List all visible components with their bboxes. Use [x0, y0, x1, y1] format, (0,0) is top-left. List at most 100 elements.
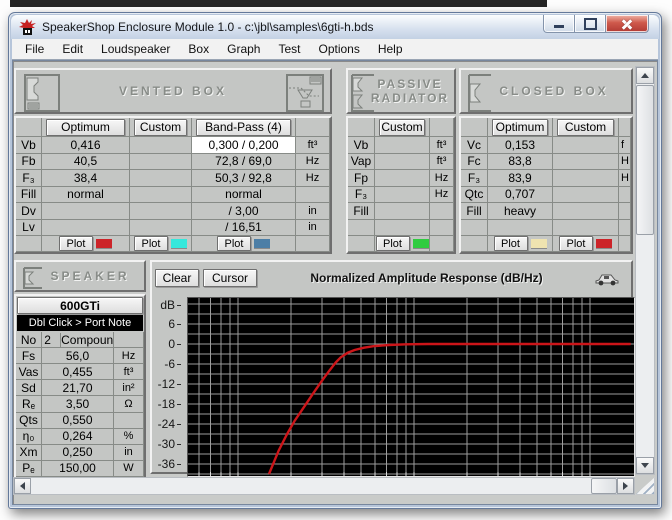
- speaker-model-button[interactable]: 600GTi: [17, 297, 143, 314]
- row-label: Vb: [348, 137, 375, 154]
- close-button[interactable]: [606, 15, 649, 33]
- port-note-bar[interactable]: Dbl Click > Port Note: [17, 315, 143, 331]
- scroll-up-button[interactable]: [636, 67, 654, 84]
- value-cell[interactable]: [553, 187, 619, 204]
- vented-box-title: VENTED BOX: [119, 84, 227, 98]
- plot-button[interactable]: Plot: [559, 236, 593, 251]
- value-cell[interactable]: [130, 203, 192, 220]
- menu-item-test[interactable]: Test: [269, 40, 309, 58]
- value-cell[interactable]: [553, 154, 619, 171]
- value-cell[interactable]: 0,416: [42, 137, 130, 154]
- row-label: No: [16, 332, 42, 348]
- unit-cell: in: [296, 203, 330, 220]
- menu-item-graph[interactable]: Graph: [218, 40, 269, 58]
- value-cell[interactable]: [42, 203, 130, 220]
- unit-cell: Ω: [114, 396, 144, 412]
- titlebar[interactable]: SpeakerShop Enclosure Module 1.0 - c:\jb…: [11, 15, 659, 39]
- unit-cell: ft³: [430, 137, 454, 154]
- value-cell[interactable]: / 16,51: [192, 220, 296, 237]
- value-cell[interactable]: 21,70: [42, 380, 114, 396]
- resize-grip[interactable]: [635, 477, 655, 495]
- value-cell[interactable]: 83,8: [488, 154, 553, 171]
- value-cell[interactable]: normal: [192, 187, 296, 204]
- passive-radiator-table: Custom Vb ft³ Vap ft³ Fp Hz F₃ Hz Fill P…: [346, 116, 456, 254]
- closed-optimum-button[interactable]: Optimum: [492, 119, 548, 136]
- closed-custom-button[interactable]: Custom: [557, 119, 614, 136]
- menu-item-help[interactable]: Help: [369, 40, 412, 58]
- plot-button[interactable]: Plot: [376, 236, 410, 251]
- value-cell[interactable]: 83,9: [488, 170, 553, 187]
- vertical-scrollbar[interactable]: [635, 66, 655, 475]
- scroll-right-button[interactable]: [617, 478, 634, 494]
- car-icon[interactable]: [595, 273, 619, 286]
- plot-button[interactable]: Plot: [217, 236, 251, 251]
- value-cell[interactable]: [375, 170, 430, 187]
- unit-cell: in²: [114, 380, 144, 396]
- value-cell[interactable]: [42, 220, 130, 237]
- value-cell[interactable]: 3,50: [42, 396, 114, 412]
- unit-cell: Hz: [430, 187, 454, 204]
- scroll-left-icon: [16, 482, 25, 490]
- value-cell[interactable]: 38,4: [42, 170, 130, 187]
- menu-item-edit[interactable]: Edit: [53, 40, 92, 58]
- value-cell[interactable]: [375, 154, 430, 171]
- value-cell[interactable]: [130, 220, 192, 237]
- value-cell[interactable]: 0,264: [42, 429, 114, 445]
- maximize-button[interactable]: [575, 15, 606, 33]
- passive-custom-button[interactable]: Custom: [379, 119, 425, 136]
- value-cell[interactable]: / 3,00: [192, 203, 296, 220]
- y-axis-label: 0: [153, 337, 181, 351]
- scroll-right-icon: [623, 482, 632, 490]
- value-cell[interactable]: 50,3 / 92,8: [192, 170, 296, 187]
- unit-cell: Hz: [114, 348, 144, 364]
- menu-item-file[interactable]: File: [16, 40, 53, 58]
- value-cell[interactable]: [130, 137, 192, 154]
- value-cell-active[interactable]: 0,300 / 0,200: [192, 137, 296, 154]
- scroll-down-button[interactable]: [636, 457, 654, 474]
- value-cell[interactable]: 56,0: [42, 348, 114, 364]
- value-cell[interactable]: normal: [42, 187, 130, 204]
- value-cell[interactable]: [130, 187, 192, 204]
- graph-plot[interactable]: [187, 297, 635, 477]
- vented-bandpass-button[interactable]: Band-Pass (4): [196, 119, 291, 136]
- vented-custom-button[interactable]: Custom: [134, 119, 187, 136]
- value-cell[interactable]: 40,5: [42, 154, 130, 171]
- value-cell[interactable]: [375, 137, 430, 154]
- value-cell[interactable]: [130, 170, 192, 187]
- unit-cell: [619, 203, 631, 220]
- menu-item-loudspeaker[interactable]: Loudspeaker: [92, 40, 179, 58]
- value-cell[interactable]: [130, 154, 192, 171]
- clear-button[interactable]: Clear: [155, 269, 199, 287]
- minimize-button[interactable]: [543, 15, 575, 33]
- horizontal-scrollbar[interactable]: [13, 477, 635, 495]
- value-cell[interactable]: [553, 170, 619, 187]
- row-label: F₃: [461, 170, 488, 187]
- plot-button[interactable]: Plot: [59, 236, 93, 251]
- value-cell[interactable]: [375, 203, 430, 220]
- value-cell[interactable]: 72,8 / 69,0: [192, 154, 296, 171]
- value-cell[interactable]: [375, 187, 430, 204]
- menu-item-options[interactable]: Options: [309, 40, 368, 58]
- value-cell[interactable]: [553, 137, 619, 154]
- plot-button[interactable]: Plot: [494, 236, 528, 251]
- value-cell[interactable]: 0,707: [488, 187, 553, 204]
- value-cell[interactable]: 0,455: [42, 364, 114, 380]
- scroll-left-button[interactable]: [14, 478, 31, 494]
- value-cell[interactable]: 0,550: [42, 413, 114, 429]
- horizontal-scrollbar-thumb[interactable]: [591, 478, 617, 494]
- maximize-icon: [584, 18, 597, 30]
- value-cell[interactable]: 150,00: [42, 461, 114, 477]
- plot-button[interactable]: Plot: [134, 236, 168, 251]
- cursor-button[interactable]: Cursor: [203, 269, 257, 287]
- closed-box-table: Optimum Custom Vc 0,153 f Fc 83,8 H F₃ 8…: [459, 116, 633, 254]
- unit-cell: [430, 203, 454, 220]
- vertical-scrollbar-thumb[interactable]: [636, 85, 654, 235]
- value-cell[interactable]: 0,250: [42, 445, 114, 461]
- value-cell[interactable]: 2: [42, 333, 61, 347]
- value-cell[interactable]: [553, 203, 619, 220]
- value-cell[interactable]: Compound: [61, 333, 114, 347]
- value-cell[interactable]: heavy: [488, 203, 553, 220]
- menu-item-box[interactable]: Box: [179, 40, 218, 58]
- vented-optimum-button[interactable]: Optimum: [46, 119, 125, 136]
- value-cell[interactable]: 0,153: [488, 137, 553, 154]
